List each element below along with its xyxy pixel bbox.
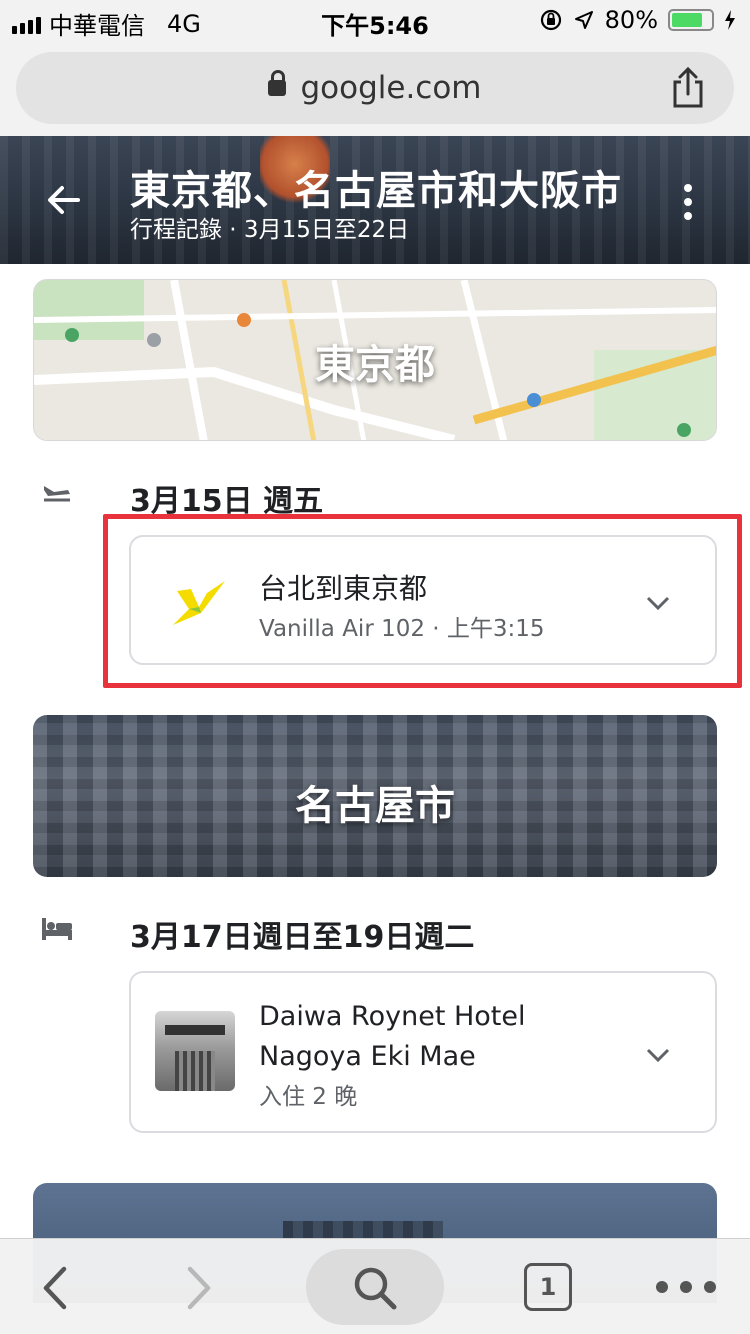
- back-arrow-icon[interactable]: [44, 180, 84, 220]
- address-bar[interactable]: google.com: [16, 52, 734, 124]
- status-bar: 中華電信 4G 下午5:46 80%: [0, 0, 750, 40]
- battery-percent: 80%: [604, 6, 658, 34]
- flight-landing-icon: [44, 486, 70, 502]
- hotel-card[interactable]: Daiwa Roynet Hotel Nagoya Eki Mae 入住 2 晚: [129, 971, 717, 1133]
- nagoya-city-card[interactable]: 名古屋市: [33, 715, 717, 877]
- charging-icon: [725, 10, 735, 30]
- hotel-bed-icon: [42, 918, 72, 940]
- location-icon: [574, 11, 593, 29]
- trip-header: 東京都、名古屋市和大阪市 行程記錄 · 3月15日至22日: [0, 136, 750, 264]
- browser-search-button[interactable]: [306, 1249, 444, 1325]
- browser-toolbar: 1: [0, 1238, 750, 1334]
- battery-icon: [668, 9, 714, 31]
- hotel-stay: 入住 2 晚: [259, 1084, 358, 1110]
- browser-forward-icon[interactable]: [186, 1265, 214, 1311]
- url-display[interactable]: google.com: [16, 69, 734, 106]
- tokyo-card-title: 東京都: [315, 342, 435, 388]
- search-icon: [354, 1267, 397, 1310]
- highlight-annotation: [103, 514, 742, 688]
- tokyo-map-card[interactable]: 東京都: [33, 279, 717, 441]
- lock-icon: [268, 69, 287, 96]
- browser-back-icon[interactable]: [40, 1265, 68, 1311]
- share-icon[interactable]: [668, 66, 708, 110]
- url-text: google.com: [300, 70, 482, 106]
- hotel-date: 3月17日週日至19日週二: [130, 920, 475, 955]
- browser-more-icon[interactable]: [656, 1281, 716, 1293]
- trip-title: 東京都、名古屋市和大阪市: [130, 168, 622, 214]
- trip-subtitle: 行程記錄 · 3月15日至22日: [130, 217, 410, 243]
- hotel-name: Daiwa Roynet Hotel Nagoya Eki Mae: [259, 1001, 526, 1072]
- orientation-lock-icon: [540, 9, 561, 31]
- status-right: 80%: [539, 6, 736, 34]
- chevron-down-icon[interactable]: [645, 1047, 671, 1063]
- tabs-button[interactable]: 1: [524, 1263, 572, 1311]
- hotel-thumbnail: [155, 1011, 235, 1091]
- more-options-icon[interactable]: [682, 184, 694, 220]
- browser-url-area: google.com: [0, 40, 750, 136]
- nagoya-card-title: 名古屋市: [295, 783, 455, 829]
